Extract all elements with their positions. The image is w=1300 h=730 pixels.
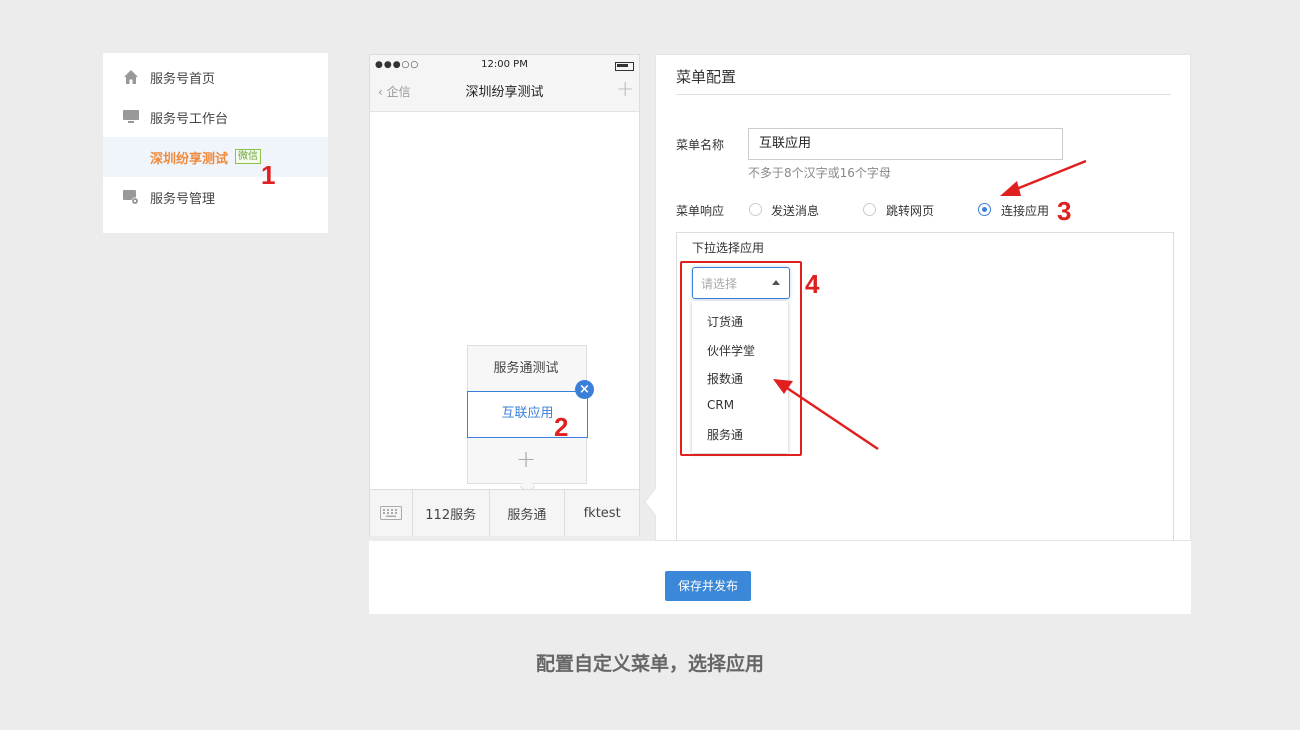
annotation-arrows <box>773 159 1087 451</box>
arrow-icon <box>1000 159 1087 196</box>
arrow-icon <box>773 379 879 451</box>
caption: 配置自定义菜单，选择应用 <box>535 653 764 675</box>
